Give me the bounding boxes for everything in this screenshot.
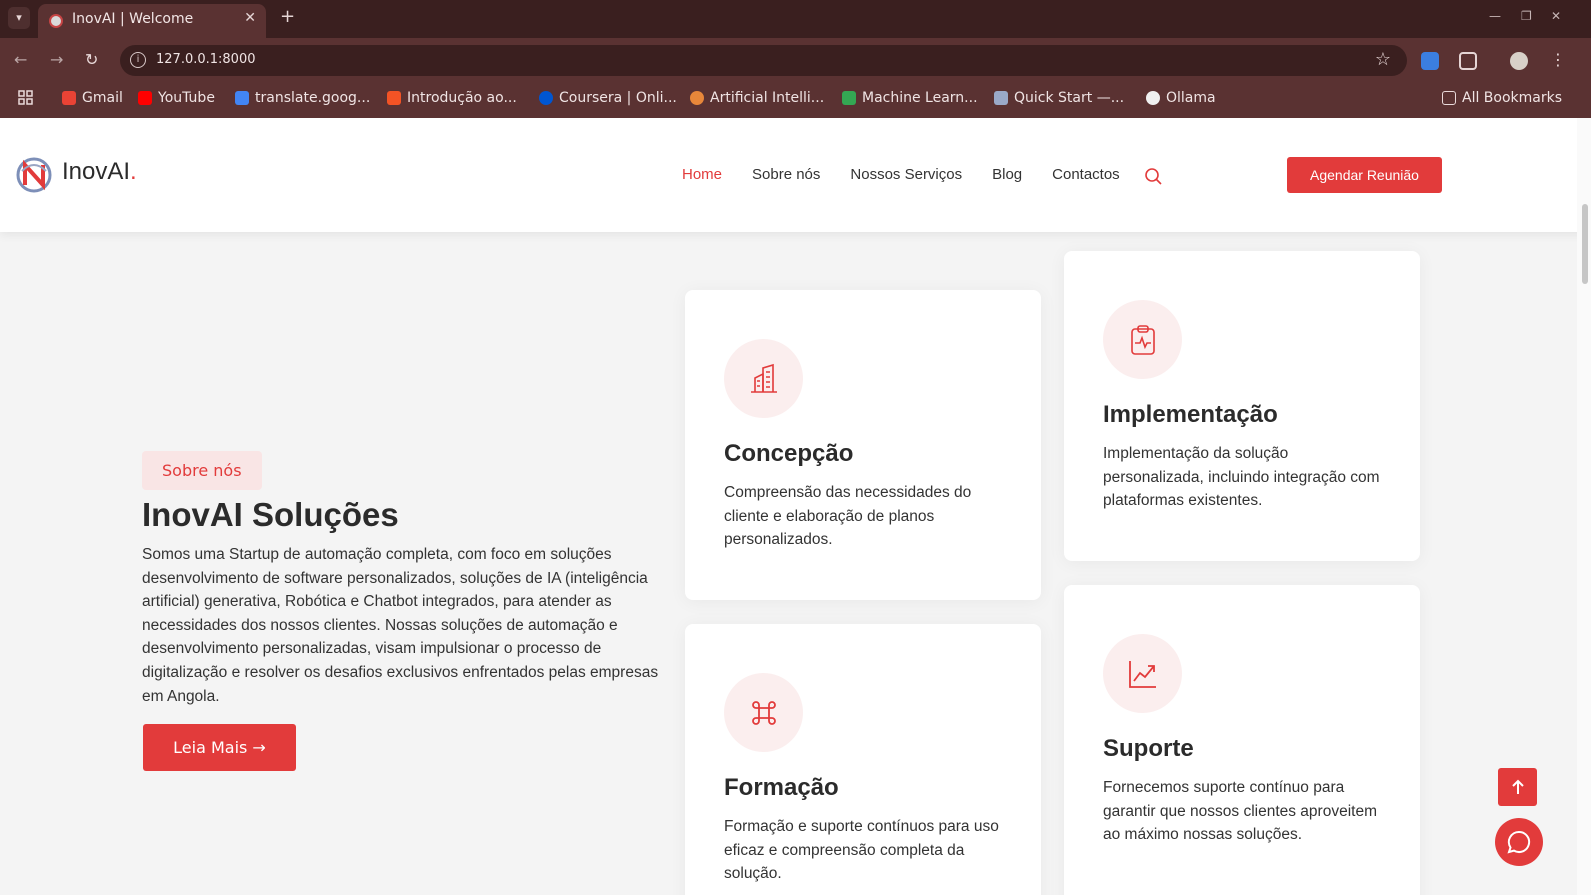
back-icon[interactable]: ←: [14, 50, 27, 69]
chart-line-icon: [1103, 634, 1182, 713]
bookmark-ollama[interactable]: Ollama: [1146, 90, 1216, 106]
card-title: Concepção: [724, 440, 854, 467]
browser-toolbar: ← → ↻ i 127.0.0.1:8000 ☆ ⋮: [0, 38, 1591, 82]
schedule-meeting-button[interactable]: Agendar Reunião: [1287, 157, 1442, 193]
drive-icon: [842, 91, 856, 105]
extensions-icon[interactable]: [1459, 52, 1477, 70]
nav-contactos[interactable]: Contactos: [1052, 166, 1120, 183]
bookmark-gmail[interactable]: Gmail: [62, 90, 123, 106]
coursera-icon: [539, 91, 553, 105]
about-description: Somos uma Startup de automação completa,…: [142, 546, 659, 705]
service-card-concepcao: Concepção Compreensão das necessidades d…: [685, 290, 1041, 600]
bookmarks-bar: Gmail YouTube translate.goog... Introduç…: [0, 82, 1591, 118]
browser-tab[interactable]: InovAI | Welcome ✕: [38, 4, 266, 38]
doc-icon: [994, 91, 1008, 105]
card-title: Formação: [724, 774, 839, 801]
forward-icon[interactable]: →: [50, 50, 63, 69]
read-more-button[interactable]: Leia Mais →: [143, 724, 296, 771]
window-close-icon[interactable]: ✕: [1551, 9, 1561, 23]
section-badge: Sobre nós: [142, 451, 262, 490]
brand-name[interactable]: InovAI.: [62, 158, 137, 186]
building-icon: [724, 339, 803, 418]
service-card-implementacao: Implementação Implementação da solução p…: [1064, 251, 1420, 561]
translate-extension-icon[interactable]: [1421, 52, 1439, 70]
bookmark-artificial-intelligence[interactable]: Artificial Intelli...: [690, 90, 824, 106]
chat-button[interactable]: [1495, 818, 1543, 866]
service-card-formacao: Formação Formação e suporte contínuos pa…: [685, 624, 1041, 895]
bookmark-machine-learning[interactable]: Machine Learn...: [842, 90, 978, 106]
bookmark-translate[interactable]: translate.goog...: [235, 90, 370, 106]
ollama-icon: [1146, 91, 1160, 105]
nav-blog[interactable]: Blog: [992, 166, 1022, 183]
url-text: 127.0.0.1:8000: [156, 52, 256, 67]
bookmark-introducao[interactable]: Introdução ao...: [387, 90, 517, 106]
all-bookmarks[interactable]: All Bookmarks: [1442, 90, 1562, 106]
folder-icon: [1442, 91, 1456, 105]
address-bar[interactable]: i 127.0.0.1:8000 ☆: [120, 45, 1407, 76]
new-tab-icon[interactable]: +: [280, 6, 295, 27]
site-favicon: [49, 14, 63, 28]
bookmark-youtube[interactable]: YouTube: [138, 90, 215, 106]
web-page: InovAI. Home Sobre nós Nossos Serviços B…: [0, 118, 1591, 895]
card-text: Fornecemos suporte contínuo para garanti…: [1103, 779, 1377, 844]
card-text: Implementação da solução personalizada, …: [1103, 445, 1380, 510]
site-info-icon[interactable]: i: [130, 52, 146, 68]
tab-title: InovAI | Welcome: [72, 11, 194, 27]
bookmark-coursera[interactable]: Coursera | Onli...: [539, 90, 677, 106]
reload-icon[interactable]: ↻: [85, 50, 98, 69]
arrow-up-icon: [1511, 779, 1524, 794]
nav-sobre-nos[interactable]: Sobre nós: [752, 166, 820, 183]
gmail-icon: [62, 91, 76, 105]
page-scrollbar[interactable]: [1577, 118, 1591, 895]
menu-icon[interactable]: ⋮: [1550, 50, 1566, 69]
service-card-suporte: Suporte Fornecemos suporte contínuo para…: [1064, 585, 1420, 895]
main-nav: Home Sobre nós Nossos Serviços Blog Cont…: [682, 166, 1120, 183]
back-to-top-button[interactable]: [1498, 768, 1537, 806]
card-text: Formação e suporte contínuos para uso ef…: [724, 818, 999, 883]
ai-icon: [690, 91, 704, 105]
bookmark-star-icon[interactable]: ☆: [1375, 49, 1391, 70]
clipboard-pulse-icon: [1103, 300, 1182, 379]
minimize-icon[interactable]: —: [1489, 9, 1501, 23]
nav-home[interactable]: Home: [682, 166, 722, 183]
inovai-logo-icon[interactable]: [16, 155, 52, 195]
scrollbar-thumb[interactable]: [1582, 204, 1588, 284]
translate-icon: [235, 91, 249, 105]
microsoft-icon: [387, 91, 401, 105]
search-icon[interactable]: [1144, 167, 1163, 186]
card-title: Implementação: [1103, 401, 1278, 428]
nav-nossos-servicos[interactable]: Nossos Serviços: [850, 166, 962, 183]
profile-avatar[interactable]: [1510, 52, 1528, 70]
command-icon: [724, 673, 803, 752]
card-title: Suporte: [1103, 735, 1194, 762]
site-header: InovAI. Home Sobre nós Nossos Serviços B…: [0, 118, 1591, 232]
close-icon[interactable]: ✕: [244, 10, 256, 26]
bookmark-quick-start[interactable]: Quick Start —...: [994, 90, 1124, 106]
tab-search-icon[interactable]: ▾: [8, 7, 30, 29]
about-title: InovAI Soluções: [142, 496, 399, 533]
restore-icon[interactable]: ❐: [1521, 9, 1532, 23]
youtube-icon: [138, 91, 152, 105]
browser-tabbar: ▾ InovAI | Welcome ✕ + — ❐ ✕: [0, 0, 1591, 38]
apps-icon[interactable]: [18, 90, 33, 105]
card-text: Compreensão das necessidades do cliente …: [724, 484, 972, 549]
chat-bubble-icon: [1507, 830, 1531, 854]
